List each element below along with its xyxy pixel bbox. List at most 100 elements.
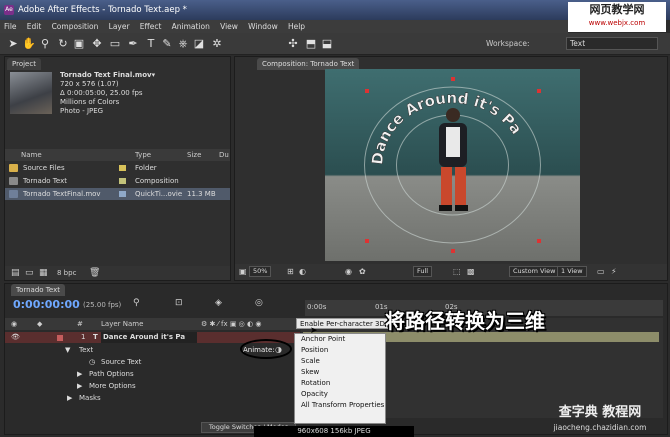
project-item-tornado-textfinal[interactable]: Tornado TextFinal.mov QuickTi...ovie 11.… [5,188,230,200]
menu-view[interactable]: View [216,22,242,31]
tab-timeline[interactable]: Tornado Text [11,284,65,296]
menu-edit[interactable]: Edit [23,22,46,31]
bit-depth-button[interactable]: 8 bpc [57,266,76,280]
project-panel: Project Tornado Text Final.mov▾ 720 x 57… [4,56,231,281]
world-axis-icon[interactable]: ⬓ [320,37,334,51]
column-duration[interactable]: Du [219,149,229,161]
watermark-top: 网页教学网 www.webjx.com [568,2,666,32]
menu-item-skew[interactable]: Skew [295,367,385,378]
tab-project[interactable]: Project [7,58,41,70]
footage-duration: Δ 0:00:05:00, 25.00 fps [60,89,143,97]
stopwatch-icon[interactable]: ◷ [89,357,95,368]
comp-mini-flowchart-icon[interactable]: ⊡ [175,298,183,308]
magnification-select[interactable]: 50% [249,266,272,277]
menu-window[interactable]: Window [244,22,282,31]
window-title: Adobe After Effects - Tornado Text.aep * [18,5,187,15]
ruler-tick: 0:00s [307,303,327,311]
hand-tool-icon[interactable]: ✋ [22,37,36,51]
fast-previews-icon[interactable]: ⚡ [611,264,617,280]
interpret-footage-icon[interactable]: ▤ [11,266,20,280]
snapshot-icon[interactable]: ◉ [345,264,352,280]
search-icon[interactable]: ⚲ [133,298,140,308]
composition-viewer[interactable]: Dance Around it's Pa [325,69,580,261]
source-text-row[interactable]: ◷ Source Text [5,357,300,368]
menu-item-all-transform[interactable]: All Transform Properties [295,400,385,411]
resolution-select[interactable]: Full [413,266,433,277]
project-footer: ▤ ▭ ▦ 8 bpc 🗑 [5,266,230,280]
label-color-swatch [119,165,126,171]
disclosure-triangle-icon[interactable]: ▼ [65,345,70,356]
new-folder-icon[interactable]: ▭ [25,266,34,280]
column-type[interactable]: Type [135,149,151,161]
disclosure-triangle-icon[interactable]: ▶ [77,369,82,380]
draft-3d-icon[interactable]: ◈ [215,298,222,308]
item-type: QuickTi...ovie [135,190,183,198]
project-item-source-files[interactable]: Source Files Folder [5,162,230,174]
menu-layer[interactable]: Layer [105,22,134,31]
masks-row[interactable]: ▶ Masks [5,393,300,404]
footage-dimensions: 720 x 576 (1.07) [60,80,119,88]
av-features-icon[interactable]: ◉ [11,318,17,330]
always-preview-icon[interactable]: ▣ [239,264,247,280]
tutorial-caption: 将路径转换为三维 [385,309,545,333]
selection-tool-icon[interactable]: ➤ [6,37,20,51]
show-channel-icon[interactable]: ✿ [359,264,366,280]
grid-icon[interactable]: ⊞ [287,264,294,280]
rotate-tool-icon[interactable]: ↻ [56,37,70,51]
axis-mode-icon[interactable]: ✣ [286,37,300,51]
text-tool-icon[interactable]: T [144,37,158,51]
image-info-bar: 960x608 156kb JPEG [254,426,414,437]
path-options-row[interactable]: ▶ Path Options [5,369,300,380]
item-name: Source Files [23,164,65,172]
column-name[interactable]: Name [21,149,42,161]
project-column-header: Name Type Size Du [5,149,230,161]
menu-file[interactable]: File [0,22,21,31]
footage-name[interactable]: Tornado Text Final.mov▾ [60,71,155,80]
zoom-tool-icon[interactable]: ⚲ [38,37,52,51]
menu-item-scale[interactable]: Scale [295,356,385,367]
text-group-label: Text [79,346,94,354]
clone-stamp-tool-icon[interactable]: ⎈ [176,37,190,51]
current-time-display[interactable]: 0:00:00:00 [13,298,80,311]
camera-tool-icon[interactable]: ▣ [72,37,86,51]
rectangle-tool-icon[interactable]: ▭ [108,37,122,51]
new-composition-icon[interactable]: ▦ [39,266,48,280]
menu-animation[interactable]: Animation [168,22,214,31]
watermark-bottom-title: 查字典 教程网 [558,405,642,420]
column-number[interactable]: # [77,318,83,330]
eye-icon[interactable]: 👁 [11,332,20,343]
pen-tool-icon[interactable]: ✒ [126,37,140,51]
composition-panel: Composition: Tornado Text Dance Around i… [234,56,668,281]
column-layer-name[interactable]: Layer Name [101,318,143,330]
column-size[interactable]: Size [187,149,201,161]
motion-blur-icon[interactable]: ◎ [255,298,263,308]
more-options-row[interactable]: ▶ More Options [5,381,300,392]
switches-icons[interactable]: ⚙ ✱ ⁄ fx ▣ ◎ ◐ ◉ [201,318,261,330]
transparency-grid-icon[interactable]: ▩ [467,264,475,280]
source-text-label: Source Text [101,358,142,366]
layer-name[interactable]: Dance Around it's Pa [101,332,197,343]
menu-help[interactable]: Help [284,22,309,31]
menu-effect[interactable]: Effect [136,22,166,31]
text-layer-icon: T [93,333,98,341]
label-column-icon[interactable]: ◆ [37,318,42,330]
workspace-select[interactable]: Text [566,37,658,50]
pan-behind-tool-icon[interactable]: ✥ [90,37,104,51]
view-layout-select[interactable]: 1 View [557,266,587,277]
trash-icon[interactable]: 🗑 [89,266,100,280]
menu-item-rotation[interactable]: Rotation [295,378,385,389]
brush-tool-icon[interactable]: ✎ [160,37,174,51]
mask-visibility-icon[interactable]: ◐ [299,264,306,280]
menu-item-opacity[interactable]: Opacity [295,389,385,400]
eraser-tool-icon[interactable]: ◪ [192,37,206,51]
project-item-tornado-text[interactable]: Tornado Text Composition [5,175,230,187]
toggle-pixel-aspect-icon[interactable]: ▭ [597,264,605,280]
menu-item-anchor-point[interactable]: Anchor Point [295,334,385,345]
disclosure-triangle-icon[interactable]: ▶ [77,381,82,392]
puppet-tool-icon[interactable]: ✲ [210,37,224,51]
menu-composition[interactable]: Composition [48,22,103,31]
disclosure-triangle-icon[interactable]: ▶ [67,393,72,404]
menu-item-position[interactable]: Position [295,345,385,356]
local-axis-icon[interactable]: ⬒ [304,37,318,51]
region-of-interest-icon[interactable]: ⬚ [453,264,461,280]
